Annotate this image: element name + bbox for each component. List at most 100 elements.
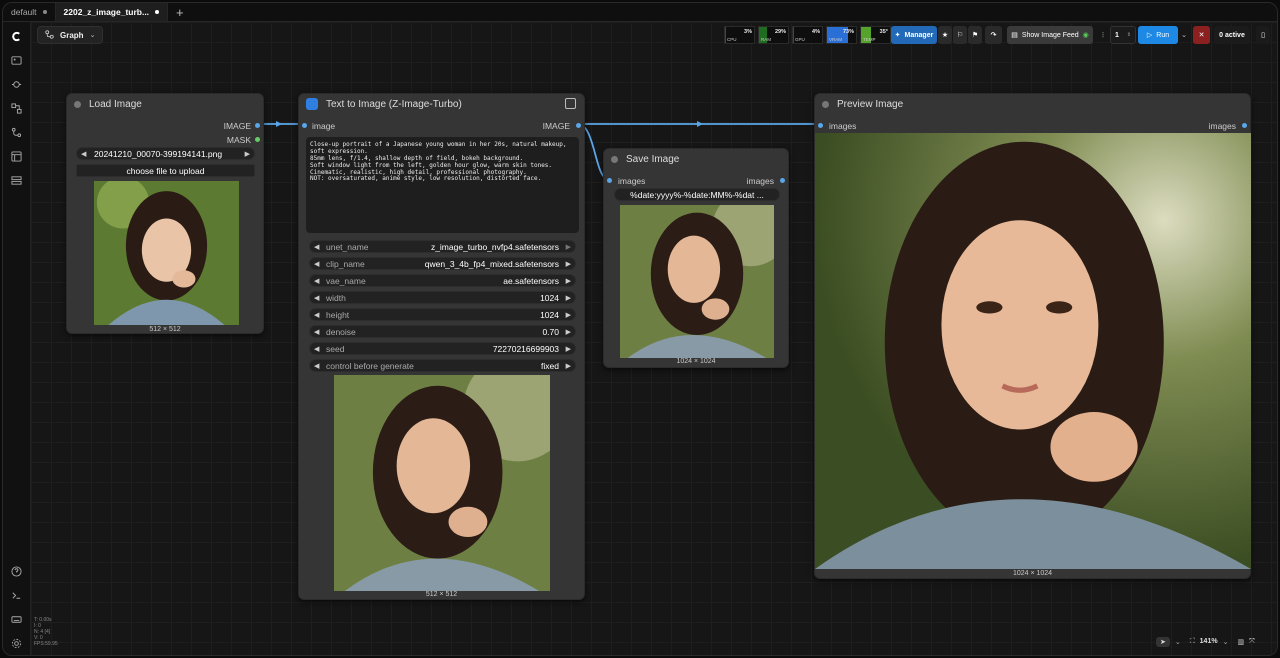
width-stepper[interactable]: ◀ width 1024 ▶ [309, 291, 576, 304]
prompt-textarea[interactable]: Close-up portrait of a Japanese young wo… [306, 137, 579, 233]
node-save-image[interactable]: Save Image images images %date:yyyy%-%da… [603, 148, 789, 368]
gpu-label: GPU [795, 37, 805, 42]
node-load-image[interactable]: Load Image IMAGE MASK ◀ 20241210_00070-3… [66, 93, 264, 334]
tab-default[interactable]: default [3, 3, 56, 21]
sidebar [3, 22, 31, 655]
output-port-mask[interactable] [255, 137, 260, 142]
collapse-dot-icon[interactable] [611, 155, 618, 163]
prev-arrow-icon[interactable]: ◀ [314, 260, 319, 268]
select-tool-icon[interactable]: ➤ [1156, 636, 1170, 647]
unet-name-select[interactable]: ◀ unet_name z_image_turbo_nvfp4.safetens… [309, 240, 576, 253]
node-title-bar[interactable]: Preview Image [815, 94, 1250, 114]
node-title: Preview Image [837, 98, 904, 110]
height-stepper[interactable]: ◀ height 1024 ▶ [309, 308, 576, 321]
run-options-chevron-icon[interactable]: ⌄ [1179, 26, 1189, 44]
share-icon: ⚑ [971, 32, 979, 39]
input-port-images[interactable] [607, 178, 612, 183]
denoise-stepper[interactable]: ◀ denoise 0.70 ▶ [309, 325, 576, 338]
prev-arrow-icon[interactable]: ◀ [81, 150, 86, 158]
show-image-feed-button[interactable]: ▤ Show Image Feed ◉ [1007, 26, 1093, 44]
active-queue-badge[interactable]: 0 active [1214, 26, 1250, 44]
image-icon[interactable] [10, 54, 23, 67]
queue-icon[interactable] [10, 174, 23, 187]
play-icon: ▷ [1146, 32, 1153, 39]
increment-arrow-icon[interactable]: ▶ [566, 328, 571, 336]
prev-arrow-icon[interactable]: ◀ [314, 243, 319, 251]
upload-button[interactable]: choose file to upload [76, 164, 255, 177]
gpu-meter: 4% GPU [792, 26, 823, 44]
graph-mode-button[interactable]: Graph ⌄ [37, 26, 104, 44]
node-title-bar[interactable]: Save Image [604, 149, 788, 169]
zoom-level[interactable]: 141% [1200, 638, 1218, 645]
image-file-select[interactable]: ◀ 20241210_00070-399194141.png ▶ [76, 147, 255, 160]
unsaved-dot-icon [42, 10, 47, 14]
increment-arrow-icon[interactable]: ▶ [566, 311, 571, 319]
output-label-image: IMAGE [542, 121, 570, 131]
settings-gear-icon[interactable] [10, 637, 23, 650]
prev-arrow-icon[interactable]: ◀ [314, 362, 319, 370]
run-button[interactable]: ▷ Run [1138, 26, 1178, 44]
node-title-bar[interactable]: Load Image [67, 94, 263, 114]
next-arrow-icon[interactable]: ▶ [566, 243, 571, 251]
chevron-down-icon[interactable]: ⌄ [1223, 638, 1229, 646]
terminal-icon[interactable] [10, 589, 23, 602]
node-preview-image[interactable]: Preview Image images images 1024 × 1024 [814, 93, 1251, 579]
saved-image-preview [620, 205, 774, 358]
clip-name-select[interactable]: ◀ clip_name qwen_3_4b_fp4_mixed.safetens… [309, 257, 576, 270]
model-icon[interactable] [10, 78, 23, 91]
toggle-panel-button[interactable]: ▯ [1256, 26, 1270, 44]
widget-value: ae.safetensors [503, 275, 559, 286]
decrement-arrow-icon[interactable]: ◀ [314, 345, 319, 353]
star-button[interactable]: ★ [938, 26, 952, 44]
next-arrow-icon[interactable]: ▶ [566, 260, 571, 268]
image-filename: 20241210_00070-399194141.png [94, 148, 223, 159]
add-tab-button[interactable]: + [168, 3, 192, 21]
input-port-images[interactable] [818, 123, 823, 128]
next-arrow-icon[interactable]: ▶ [566, 362, 571, 370]
seed-stepper[interactable]: ◀ seed 72270216699903 ▶ [309, 342, 576, 355]
next-arrow-icon[interactable]: ▶ [566, 277, 571, 285]
queue-count-stepper[interactable]: 1 ⇕ [1110, 26, 1136, 44]
share-button[interactable]: ⚑ [968, 26, 982, 44]
minimap-icon[interactable]: ▥ [1237, 638, 1244, 646]
cancel-button[interactable]: ✕ [1193, 26, 1210, 44]
image-size-caption: 1024 × 1024 [1012, 570, 1053, 577]
cpu-fill [725, 27, 726, 43]
output-port-image[interactable] [255, 123, 260, 128]
fit-view-icon[interactable]: ⛶ [1190, 638, 1195, 646]
output-port-images[interactable] [780, 178, 785, 183]
output-port-image[interactable] [576, 123, 581, 128]
node-library-icon[interactable] [10, 102, 23, 115]
help-icon[interactable] [10, 565, 23, 578]
workflows-icon[interactable] [10, 126, 23, 139]
comfy-logo-icon[interactable] [10, 30, 23, 43]
input-port-image[interactable] [302, 123, 307, 128]
next-arrow-icon[interactable]: ▶ [245, 150, 250, 158]
increment-arrow-icon[interactable]: ▶ [566, 294, 571, 302]
chevron-down-icon[interactable]: ⌄ [1175, 638, 1181, 646]
decrement-arrow-icon[interactable]: ◀ [314, 328, 319, 336]
collapse-dot-icon[interactable] [74, 100, 81, 108]
bookmark-button[interactable]: ⚐ [953, 26, 967, 44]
templates-icon[interactable] [10, 150, 23, 163]
vae-name-select[interactable]: ◀ vae_name ae.safetensors ▶ [309, 274, 576, 287]
manager-button[interactable]: ✦ Manager [891, 26, 937, 44]
node-text-to-image[interactable]: Text to Image (Z-Image-Turbo) image IMAG… [298, 93, 585, 600]
filename-prefix-input[interactable]: %date:yyyy%-%date:MM%-%dat ... [614, 188, 780, 201]
node-title-bar[interactable]: Text to Image (Z-Image-Turbo) [299, 94, 584, 114]
keyboard-icon[interactable] [10, 613, 23, 626]
output-port-images[interactable] [1242, 123, 1247, 128]
bookmark-icon: ⚐ [956, 32, 964, 39]
tab-z-image-turbo[interactable]: 2202_z_image_turb... [55, 3, 169, 21]
widget-label: clip_name [326, 258, 365, 269]
collapse-dot-icon[interactable] [822, 100, 829, 108]
control-before-generate-select[interactable]: ◀ control before generate fixed ▶ [309, 359, 576, 372]
increment-arrow-icon[interactable]: ▶ [566, 345, 571, 353]
open-subgraph-icon[interactable] [565, 98, 576, 109]
prev-arrow-icon[interactable]: ◀ [314, 277, 319, 285]
link-visibility-icon[interactable]: ⤧ [1249, 638, 1255, 646]
decrement-arrow-icon[interactable]: ◀ [314, 311, 319, 319]
drag-handle-icon[interactable]: ⋮ [1099, 26, 1107, 44]
decrement-arrow-icon[interactable]: ◀ [314, 294, 319, 302]
redo-button[interactable]: ↷ [985, 26, 1002, 44]
